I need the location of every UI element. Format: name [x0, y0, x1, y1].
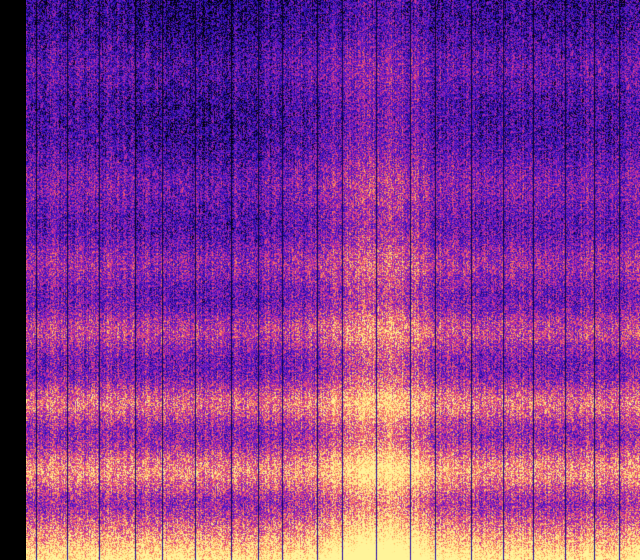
- spectrogram-frame: [0, 0, 640, 560]
- spectrogram-image: [26, 0, 640, 560]
- left-black-margin: [0, 0, 26, 560]
